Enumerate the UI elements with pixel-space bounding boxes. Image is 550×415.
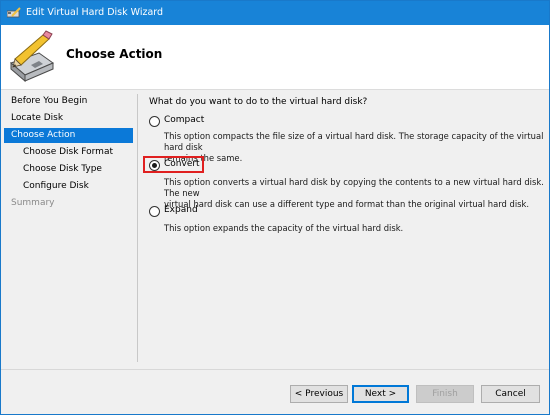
disk-wizard-icon (6, 7, 21, 22)
step-configure-disk[interactable]: Configure Disk (4, 179, 133, 194)
convert-description-line-2: virtual hard disk can use a different ty… (164, 199, 530, 209)
convert-highlight-box (143, 156, 204, 173)
step-label: Locate Disk (11, 113, 64, 123)
step-before-you-begin[interactable]: Before You Begin (4, 94, 133, 109)
question-text: What do you want to do to the virtual ha… (149, 97, 368, 107)
step-locate-disk[interactable]: Locate Disk (4, 111, 133, 126)
compact-label[interactable]: Compact (164, 115, 204, 125)
cancel-button[interactable]: Cancel (481, 385, 540, 403)
step-label: Before You Begin (11, 96, 88, 106)
choose-action-panel: What do you want to do to the virtual ha… (149, 94, 544, 364)
step-label: Choose Action (11, 130, 76, 140)
step-label: Summary (11, 198, 55, 208)
next-button[interactable]: Next > (352, 385, 409, 403)
sidebar-divider (137, 94, 138, 362)
compact-radio[interactable] (149, 116, 160, 127)
step-label: Choose Disk Format (23, 147, 113, 157)
convert-description-line-1: This option converts a virtual hard disk… (164, 177, 544, 198)
step-choose-disk-type[interactable]: Choose Disk Type (4, 162, 133, 177)
step-label: Choose Disk Type (23, 164, 102, 174)
window-title: Edit Virtual Hard Disk Wizard (26, 7, 164, 18)
footer-divider (1, 369, 549, 370)
finish-button[interactable]: Finish (416, 385, 474, 403)
compact-description: This option compacts the file size of a … (164, 131, 549, 164)
compact-description-line-2: remains the same. (164, 153, 243, 163)
title-bar: Edit Virtual Hard Disk Wizard (1, 1, 549, 25)
page-title: Choose Action (66, 47, 163, 61)
step-choose-action[interactable]: Choose Action (4, 128, 133, 143)
previous-button[interactable]: < Previous (290, 385, 348, 403)
convert-description: This option converts a virtual hard disk… (164, 177, 549, 210)
step-choose-disk-format[interactable]: Choose Disk Format (4, 145, 133, 160)
compact-description-line-1: This option compacts the file size of a … (164, 131, 544, 152)
expand-label[interactable]: Expand (164, 205, 198, 215)
step-label: Configure Disk (23, 181, 89, 191)
expand-description: This option expands the capacity of the … (164, 223, 549, 234)
step-summary: Summary (4, 196, 133, 211)
disk-pencil-icon (5, 29, 61, 88)
expand-radio[interactable] (149, 206, 160, 217)
wizard-window: Edit Virtual Hard Disk Wizard Choose Act… (0, 0, 550, 415)
wizard-steps-sidebar: Before You Begin Locate Disk Choose Acti… (1, 90, 137, 370)
expand-description-line-1: This option expands the capacity of the … (164, 223, 404, 233)
wizard-header: Choose Action (1, 25, 549, 90)
